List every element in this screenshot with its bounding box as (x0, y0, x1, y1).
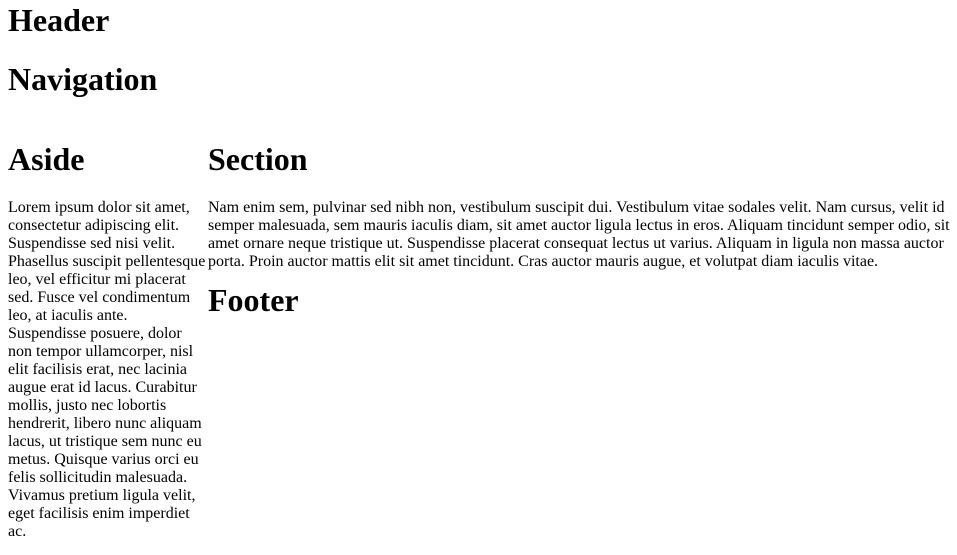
header-title: Header (8, 2, 110, 38)
aside-text: Lorem ipsum dolor sit amet, consectetur … (8, 199, 206, 540)
footer-title: Footer (208, 282, 299, 318)
section: Section Nam enim sem, pulvinar sed nibh … (208, 141, 953, 271)
main-content: Section Nam enim sem, pulvinar sed nibh … (208, 141, 953, 340)
aside: Aside Lorem ipsum dolor sit amet, consec… (8, 141, 208, 541)
aside-title: Aside (8, 141, 85, 177)
navigation-title: Navigation (8, 61, 158, 97)
section-title: Section (208, 141, 308, 177)
section-text: Nam enim sem, pulvinar sed nibh non, ves… (208, 199, 950, 270)
